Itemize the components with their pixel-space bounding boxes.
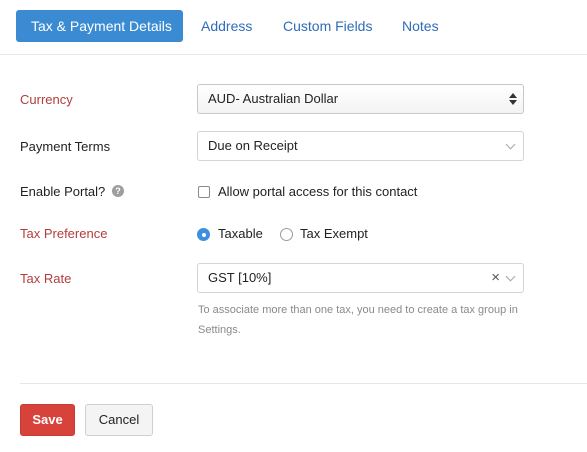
tab-bar: Tax & Payment Details Address Custom Fie… [0, 0, 587, 55]
chevron-down-icon [505, 139, 516, 150]
tax-rate-label: Tax Rate [20, 271, 72, 286]
help-icon[interactable]: ? [112, 185, 124, 197]
payment-terms-label: Payment Terms [20, 139, 111, 154]
radio-taxable[interactable] [197, 228, 210, 241]
radio-tax-exempt[interactable] [280, 228, 293, 241]
tab-tax-payment-details[interactable]: Tax & Payment Details [16, 10, 183, 42]
currency-value: AUD- Australian Dollar [208, 91, 339, 106]
radio-taxable-label[interactable]: Taxable [218, 226, 263, 241]
tab-notes[interactable]: Notes [402, 10, 439, 42]
footer-divider [20, 383, 587, 384]
tax-rate-value: GST [10%] [208, 270, 272, 285]
updown-arrows-icon [509, 92, 517, 106]
cancel-button[interactable]: Cancel [85, 404, 153, 436]
payment-terms-select[interactable]: Due on Receipt [197, 131, 524, 161]
currency-select[interactable]: AUD- Australian Dollar [197, 84, 524, 114]
chevron-down-icon [505, 271, 516, 282]
payment-terms-value: Due on Receipt [208, 138, 298, 153]
tax-rate-hint: To associate more than one tax, you need… [198, 304, 518, 336]
portal-access-label[interactable]: Allow portal access for this contact [218, 184, 417, 199]
tax-rate-select[interactable]: GST [10%] × [197, 263, 524, 293]
currency-label: Currency [20, 92, 73, 107]
clear-icon[interactable]: × [491, 264, 500, 292]
radio-tax-exempt-label[interactable]: Tax Exempt [300, 226, 368, 241]
save-button[interactable]: Save [20, 404, 75, 436]
tab-address[interactable]: Address [201, 10, 252, 42]
tab-custom-fields[interactable]: Custom Fields [283, 10, 372, 42]
portal-access-checkbox[interactable] [198, 186, 210, 198]
enable-portal-label: Enable Portal? [20, 184, 106, 199]
tax-preference-label: Tax Preference [20, 226, 108, 241]
